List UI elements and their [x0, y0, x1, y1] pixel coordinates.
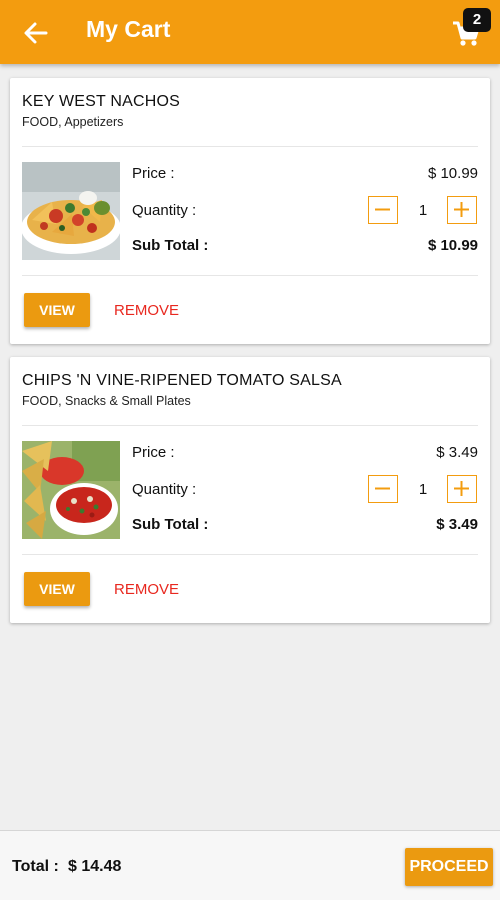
item-name: CHIPS 'N VINE-RIPENED TOMATO SALSA: [22, 372, 342, 389]
cart-count-badge: 2: [463, 8, 491, 32]
item-category: FOOD, Appetizers: [22, 115, 124, 129]
proceed-button[interactable]: PROCEED: [405, 848, 493, 886]
decrease-quantity-button[interactable]: [368, 475, 398, 503]
price-label: Price :: [132, 165, 175, 182]
cart-item-card: CHIPS 'N VINE-RIPENED TOMATO SALSA FOOD,…: [10, 357, 490, 623]
decrease-quantity-button[interactable]: [368, 196, 398, 224]
item-price: $ 10.99: [427, 165, 478, 182]
remove-item-button[interactable]: REMOVE: [114, 302, 179, 319]
subtotal-label: Sub Total :: [132, 237, 209, 254]
item-image: [22, 441, 120, 539]
remove-item-button[interactable]: REMOVE: [114, 581, 179, 598]
minus-icon: [375, 208, 390, 211]
chips-salsa-photo: [22, 441, 120, 539]
page-title: My Cart: [86, 16, 171, 42]
total-value: $ 14.48: [68, 858, 122, 875]
item-name: KEY WEST NACHOS: [22, 93, 180, 110]
view-item-button[interactable]: VIEW: [24, 572, 90, 606]
quantity-label: Quantity :: [132, 202, 197, 219]
increase-quantity-button[interactable]: [447, 475, 477, 503]
total-label: Total :: [12, 858, 59, 875]
divider: [22, 554, 478, 555]
divider: [22, 425, 478, 426]
view-item-button[interactable]: VIEW: [24, 293, 90, 327]
item-subtotal: $ 3.49: [436, 516, 478, 533]
plus-icon: [454, 481, 469, 496]
back-button[interactable]: [20, 18, 52, 48]
nachos-photo: [22, 162, 120, 260]
price-label: Price :: [132, 444, 175, 461]
increase-quantity-button[interactable]: [447, 196, 477, 224]
subtotal-label: Sub Total :: [132, 516, 209, 533]
cart-item-card: KEY WEST NACHOS FOOD, Appetizers Price :…: [10, 78, 490, 344]
quantity-label: Quantity :: [132, 481, 197, 498]
divider: [22, 275, 478, 276]
minus-icon: [375, 487, 390, 490]
quantity-value: 1: [418, 481, 428, 498]
plus-icon: [454, 202, 469, 217]
item-category: FOOD, Snacks & Small Plates: [22, 394, 191, 408]
divider: [22, 146, 478, 147]
item-image: [22, 162, 120, 260]
arrow-left-icon: [24, 22, 48, 44]
quantity-value: 1: [418, 202, 428, 219]
item-subtotal: $ 10.99: [427, 237, 478, 254]
item-price: $ 3.49: [436, 444, 478, 461]
app-bar: My Cart 2: [0, 0, 500, 64]
checkout-bar: Total : $ 14.48 PROCEED: [0, 830, 500, 900]
